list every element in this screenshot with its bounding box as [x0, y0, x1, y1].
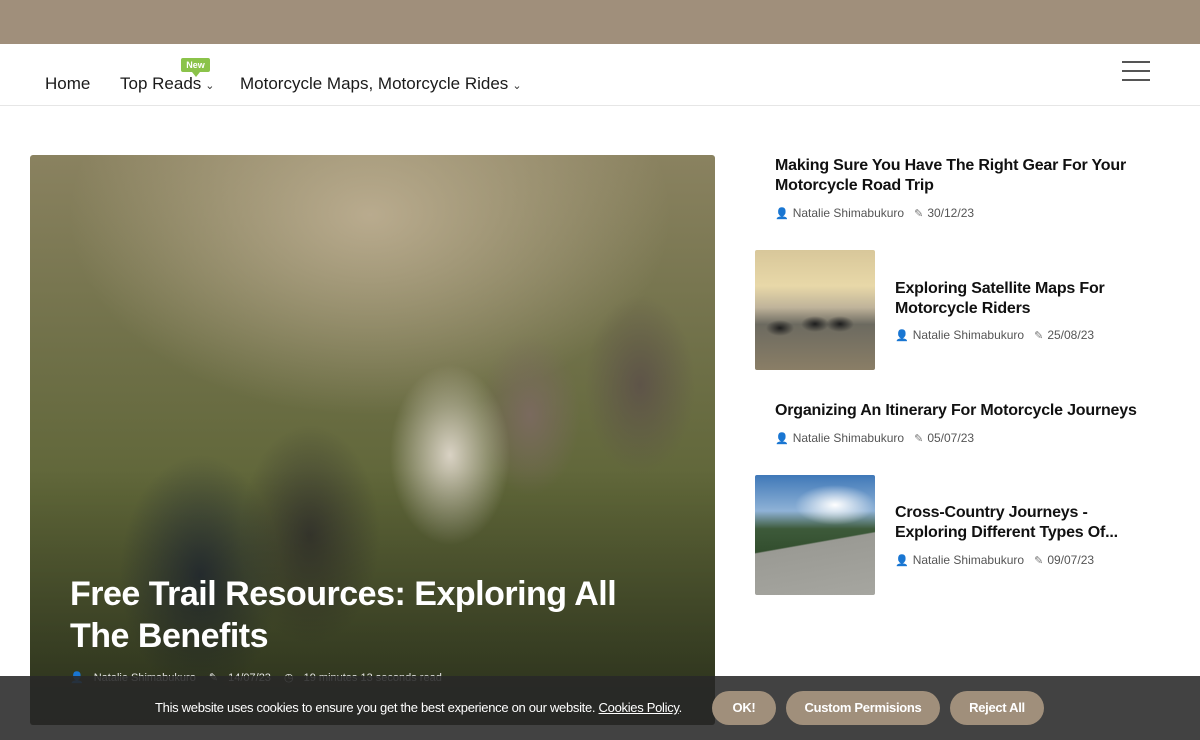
sidebar-post-author[interactable]: Natalie Shimabukuro — [793, 431, 904, 445]
pencil-icon: ✎ — [1034, 555, 1044, 567]
nav-home-label: Home — [45, 74, 91, 93]
sidebar-post-date: 25/08/23 — [1047, 328, 1095, 342]
nav-motorcycle-maps-label: Motorcycle Maps, Motorcycle Rides — [240, 74, 509, 93]
cookie-message: This website uses cookies to ensure you … — [155, 700, 682, 715]
sidebar-post-author[interactable]: Natalie Shimabukuro — [913, 328, 1024, 342]
hamburger-icon[interactable] — [1122, 61, 1150, 81]
pencil-icon: ✎ — [914, 208, 924, 220]
nav-top-reads-label: Top Reads — [120, 74, 202, 93]
sidebar-post-thumbnail[interactable] — [755, 250, 875, 370]
cookie-banner: This website uses cookies to ensure you … — [0, 676, 1200, 740]
sidebar-post-title[interactable]: Cross-Country Journeys - Exploring Diffe… — [895, 503, 1145, 543]
sidebar-post-thumbnail[interactable] — [755, 475, 875, 595]
new-badge: New — [181, 58, 210, 77]
nav-home[interactable]: Home — [45, 74, 90, 94]
top-banner — [0, 0, 1200, 44]
sidebar-post-date: 05/07/23 — [927, 431, 975, 445]
cookies-policy-link[interactable]: Cookies Policy — [599, 700, 679, 715]
featured-post[interactable]: Free Trail Resources: Exploring All The … — [30, 155, 715, 725]
nav-top-reads[interactable]: Top Reads ⌄ — [120, 74, 215, 94]
sidebar-post-meta: 👤 Natalie Shimabukuro ✎ 25/08/23 — [895, 328, 1094, 342]
cookie-custom-permissions-button[interactable]: Custom Permisions — [786, 691, 940, 725]
chevron-down-icon: ⌄ — [205, 80, 215, 92]
sidebar-post-date: 30/12/23 — [927, 206, 975, 220]
cookie-reject-all-button[interactable]: Reject All — [950, 691, 1044, 725]
sidebar-post-date: 09/07/23 — [1047, 553, 1095, 567]
user-icon: 👤 — [895, 555, 909, 567]
sidebar-post-title[interactable]: Exploring Satellite Maps For Motorcycle … — [895, 279, 1145, 319]
featured-post-title[interactable]: Free Trail Resources: Exploring All The … — [70, 573, 680, 657]
sidebar-post-author[interactable]: Natalie Shimabukuro — [793, 206, 904, 220]
sidebar-post-meta: 👤 Natalie Shimabukuro ✎ 30/12/23 — [775, 206, 974, 220]
chevron-down-icon: ⌄ — [512, 80, 522, 92]
user-icon: 👤 — [775, 433, 789, 445]
sidebar-post-meta: 👤 Natalie Shimabukuro ✎ 09/07/23 — [895, 553, 1094, 567]
pencil-icon: ✎ — [1034, 330, 1044, 342]
sidebar-post-title[interactable]: Making Sure You Have The Right Gear For … — [775, 156, 1155, 196]
main-navigation: Home Top Reads ⌄ Motorcycle Maps, Motorcy… — [0, 44, 1200, 106]
sidebar-post-title[interactable]: Organizing An Itinerary For Motorcycle J… — [775, 401, 1175, 421]
user-icon: 👤 — [895, 330, 909, 342]
cookie-ok-button[interactable]: OK! — [712, 691, 776, 725]
cookie-message-text: This website uses cookies to ensure you … — [155, 700, 596, 715]
user-icon: 👤 — [775, 208, 789, 220]
sidebar-post-author[interactable]: Natalie Shimabukuro — [913, 553, 1024, 567]
nav-motorcycle-maps[interactable]: Motorcycle Maps, Motorcycle Rides ⌄ — [240, 74, 522, 94]
sidebar-post-meta: 👤 Natalie Shimabukuro ✎ 05/07/23 — [775, 431, 974, 445]
pencil-icon: ✎ — [914, 433, 924, 445]
